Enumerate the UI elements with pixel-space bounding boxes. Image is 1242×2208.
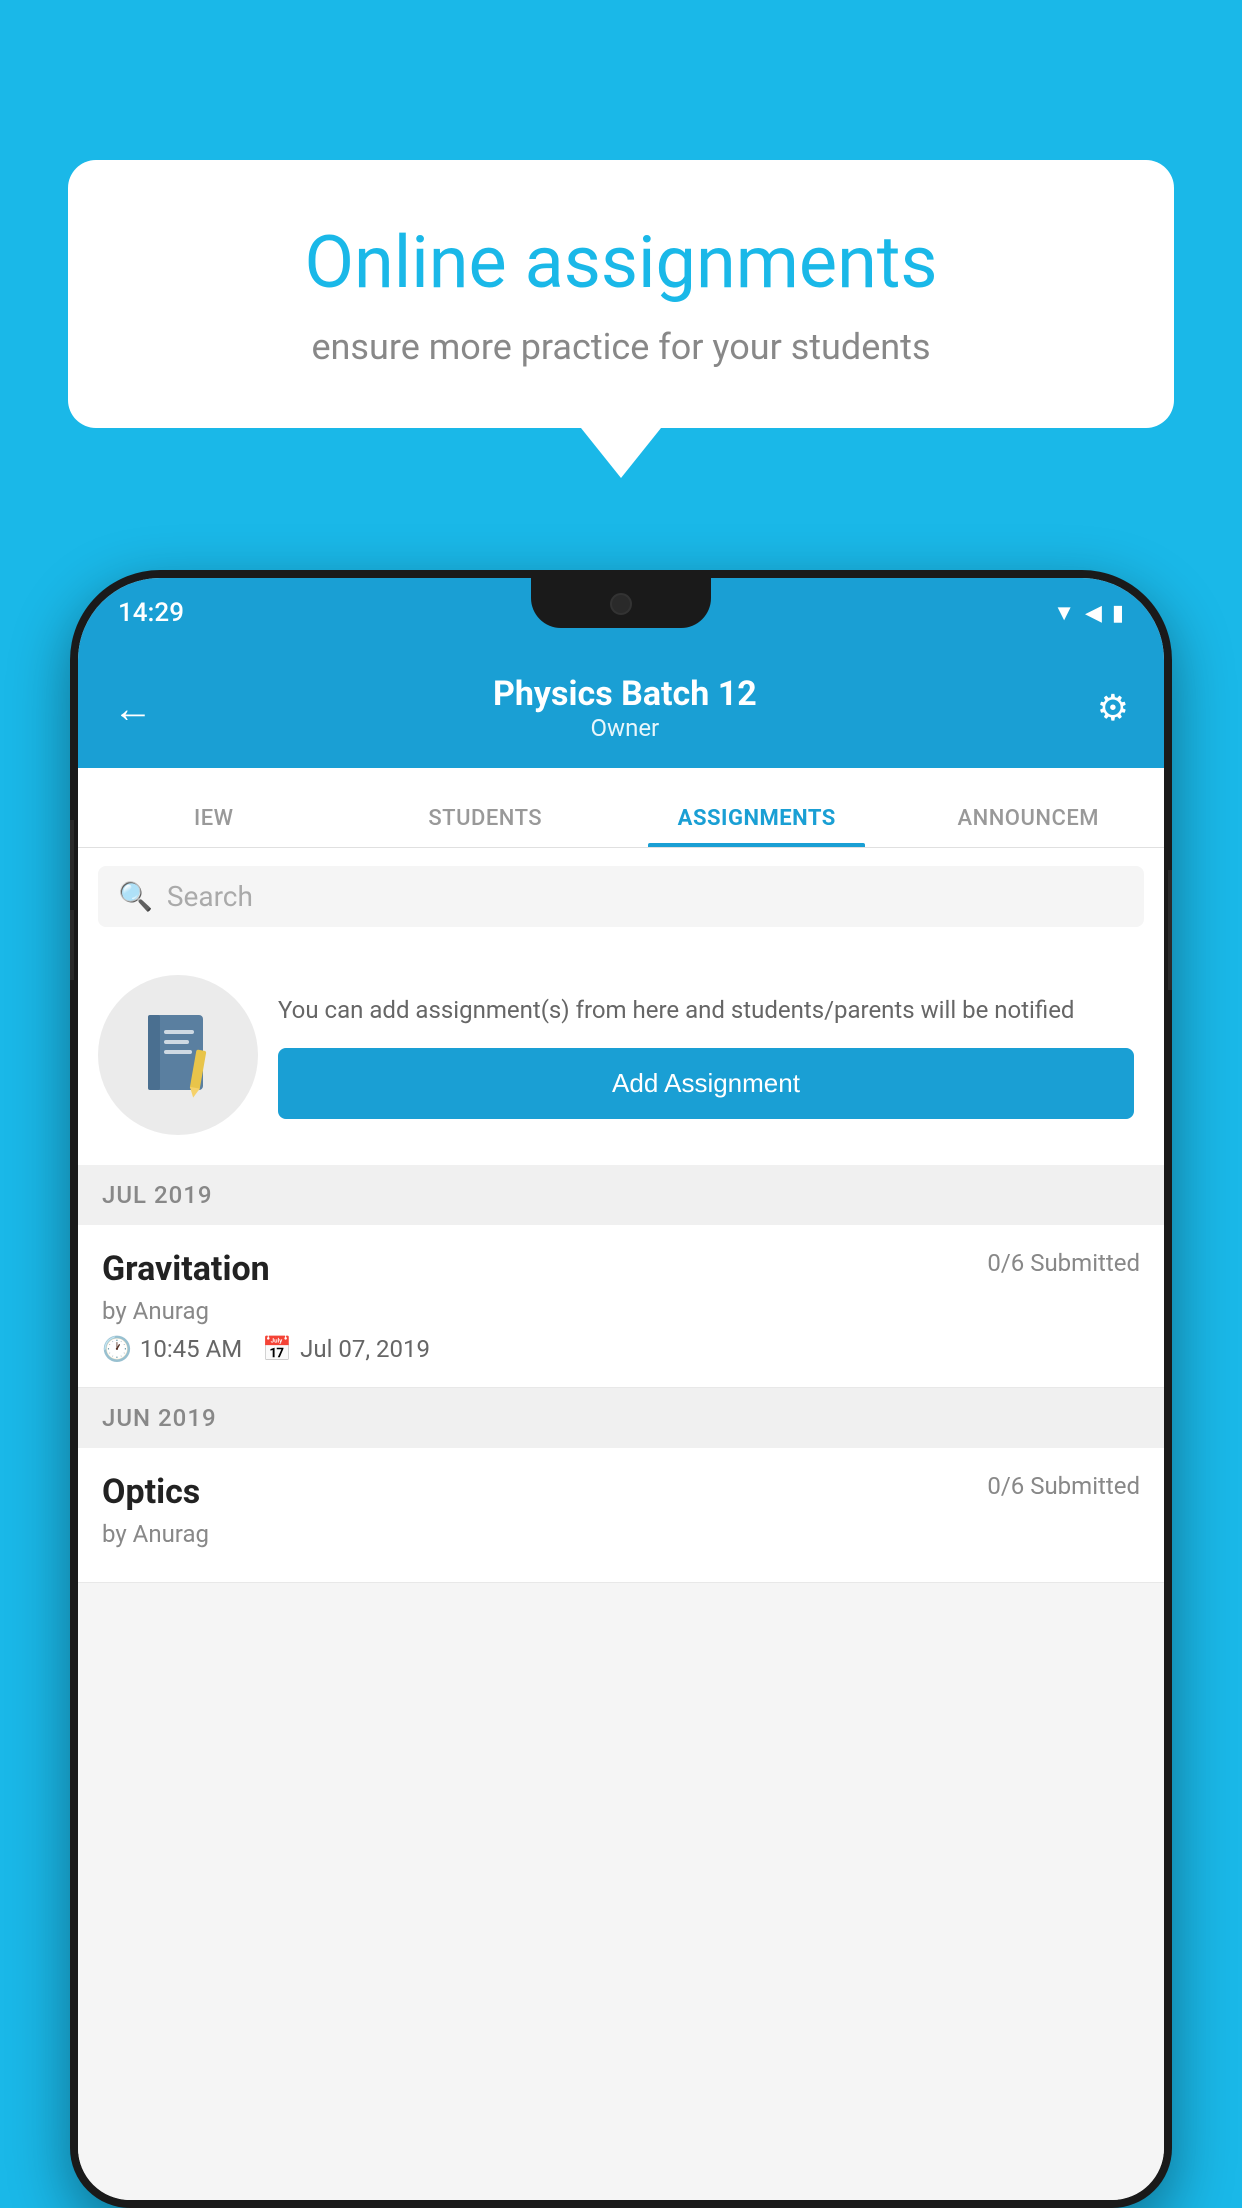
assignment-submitted: 0/6 Submitted xyxy=(987,1249,1140,1277)
speech-bubble-subtitle: ensure more practice for your students xyxy=(138,326,1104,368)
section-header-jul-2019: JUL 2019 xyxy=(78,1165,1164,1225)
tab-announcements[interactable]: ANNOUNCEM xyxy=(893,806,1165,847)
assignment-item-optics[interactable]: Optics 0/6 Submitted by Anurag xyxy=(78,1448,1164,1583)
search-placeholder: Search xyxy=(167,880,253,913)
speech-bubble: Online assignments ensure more practice … xyxy=(68,160,1174,428)
app-header: ← Physics Batch 12 Owner ⚙ xyxy=(78,648,1164,768)
add-assignment-button[interactable]: Add Assignment xyxy=(278,1048,1134,1119)
search-icon: 🔍 xyxy=(118,880,153,913)
assignment-top-row-optics: Optics 0/6 Submitted xyxy=(102,1472,1140,1512)
notebook-icon xyxy=(138,1010,218,1100)
time-value: 10:45 AM xyxy=(140,1335,242,1363)
assignment-name-optics: Optics xyxy=(102,1472,200,1512)
wifi-icon: ▼ xyxy=(1053,600,1075,626)
power-button[interactable] xyxy=(1168,870,1172,990)
assignment-meta: 🕐 10:45 AM 📅 Jul 07, 2019 xyxy=(102,1335,1140,1363)
speech-bubble-title: Online assignments xyxy=(138,220,1104,306)
assignment-submitted-optics: 0/6 Submitted xyxy=(987,1472,1140,1500)
assignment-by-optics: by Anurag xyxy=(102,1520,1140,1548)
empty-state-right: You can add assignment(s) from here and … xyxy=(278,992,1134,1119)
search-bar-container: 🔍 Search xyxy=(78,848,1164,945)
meta-date: 📅 Jul 07, 2019 xyxy=(262,1335,430,1363)
meta-time: 🕐 10:45 AM xyxy=(102,1335,242,1363)
assignment-name: Gravitation xyxy=(102,1249,270,1289)
empty-state-icon-circle xyxy=(98,975,258,1135)
search-bar[interactable]: 🔍 Search xyxy=(98,866,1144,927)
tabs-bar: IEW STUDENTS ASSIGNMENTS ANNOUNCEM xyxy=(78,768,1164,848)
speech-bubble-container: Online assignments ensure more practice … xyxy=(68,160,1174,478)
status-time: 14:29 xyxy=(118,598,184,628)
clock-icon: 🕐 xyxy=(102,1335,132,1363)
volume-up-button[interactable] xyxy=(70,820,74,890)
content-area: 🔍 Search xyxy=(78,848,1164,2200)
assignment-by: by Anurag xyxy=(102,1297,1140,1325)
header-center: Physics Batch 12 Owner xyxy=(493,674,757,742)
calendar-icon: 📅 xyxy=(262,1335,292,1363)
battery-icon: ▮ xyxy=(1112,601,1124,626)
settings-button[interactable]: ⚙ xyxy=(1097,687,1129,729)
tab-students[interactable]: STUDENTS xyxy=(350,806,622,847)
volume-down-button[interactable] xyxy=(70,910,74,980)
back-button[interactable]: ← xyxy=(113,685,153,732)
tab-assignments[interactable]: ASSIGNMENTS xyxy=(621,806,893,847)
phone-frame: 14:29 ▼ ◀ ▮ ← Physics Batch 12 Owner ⚙ I… xyxy=(70,570,1172,2208)
front-camera xyxy=(610,593,632,615)
header-title: Physics Batch 12 xyxy=(493,674,757,714)
status-icons: ▼ ◀ ▮ xyxy=(1053,600,1124,626)
phone-screen: 14:29 ▼ ◀ ▮ ← Physics Batch 12 Owner ⚙ I… xyxy=(78,578,1164,2200)
header-subtitle: Owner xyxy=(493,714,757,742)
assignment-item-gravitation[interactable]: Gravitation 0/6 Submitted by Anurag 🕐 10… xyxy=(78,1225,1164,1388)
signal-icon: ◀ xyxy=(1085,601,1102,626)
empty-state-description: You can add assignment(s) from here and … xyxy=(278,992,1134,1028)
section-header-jun-2019: JUN 2019 xyxy=(78,1388,1164,1448)
phone-notch xyxy=(531,578,711,628)
assignment-top-row: Gravitation 0/6 Submitted xyxy=(102,1249,1140,1289)
speech-bubble-arrow xyxy=(581,428,661,478)
date-value: Jul 07, 2019 xyxy=(300,1335,430,1363)
empty-state-card: You can add assignment(s) from here and … xyxy=(78,945,1164,1165)
tab-iew[interactable]: IEW xyxy=(78,806,350,847)
